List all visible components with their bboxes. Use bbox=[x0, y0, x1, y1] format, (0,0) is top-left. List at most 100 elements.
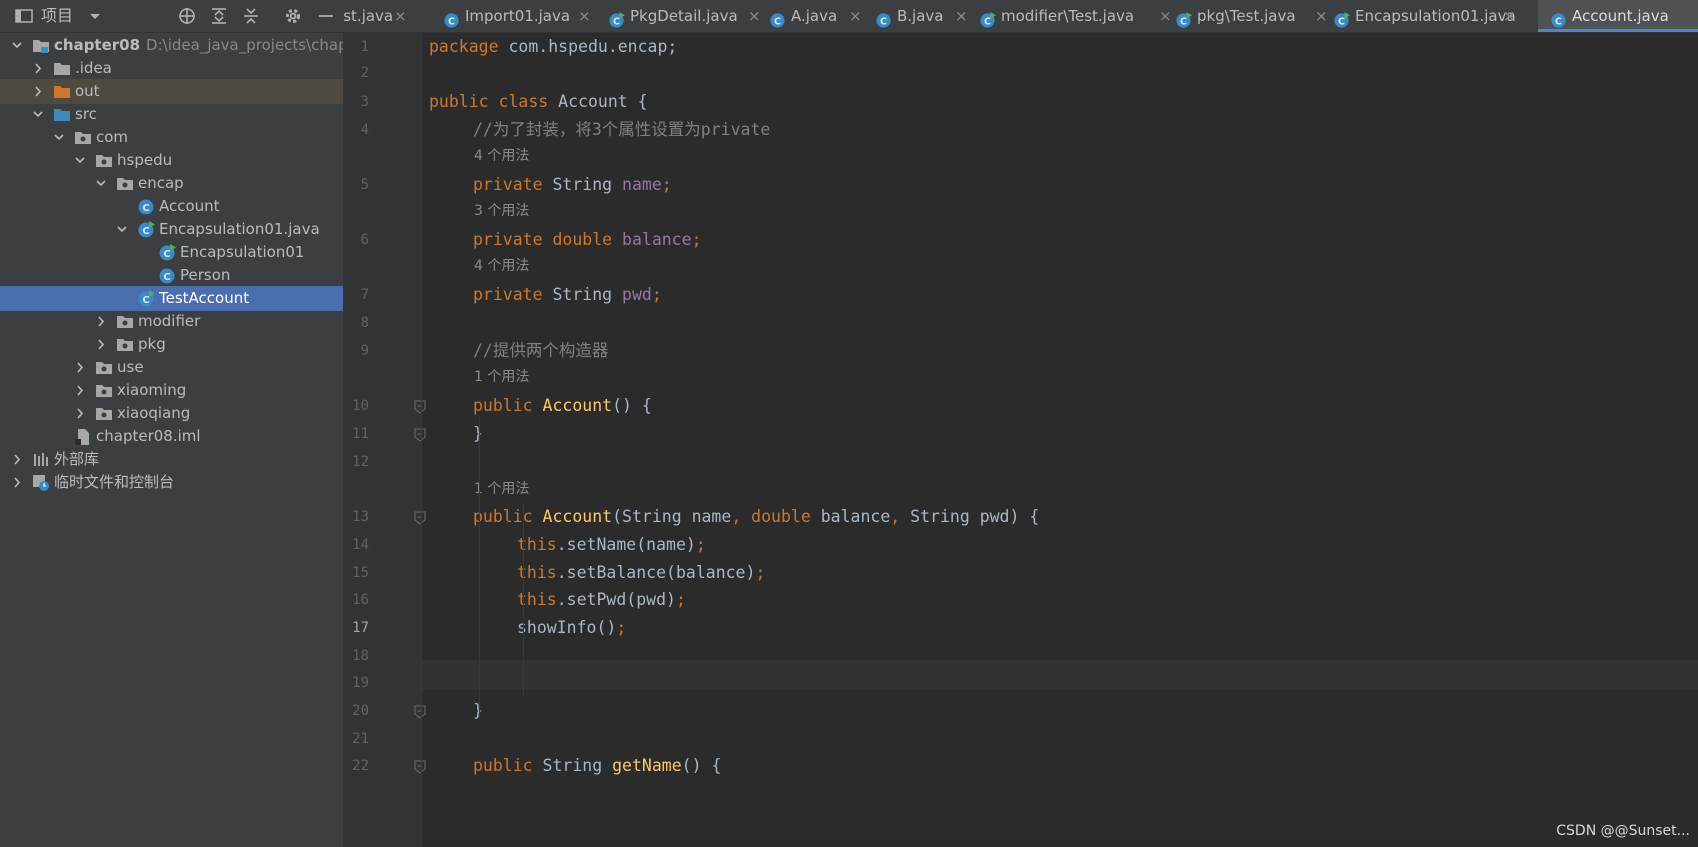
code-line-7[interactable]: private String pwd; bbox=[473, 280, 662, 310]
svg-text:C: C bbox=[448, 16, 455, 27]
code-line-3[interactable]: public class Account { bbox=[429, 87, 648, 117]
tree-item-chapter08-iml[interactable]: chapter08.iml bbox=[0, 424, 343, 449]
close-icon[interactable]: × bbox=[394, 0, 407, 32]
chevron-down-icon[interactable] bbox=[31, 102, 45, 127]
package-name: com.hspedu.encap; bbox=[498, 37, 678, 56]
tab-modifier-test-java[interactable]: Cmodifier\Test.java × bbox=[979, 0, 1181, 32]
close-icon[interactable]: × bbox=[849, 0, 862, 32]
tree-item-scratches[interactable]: 临时文件和控制台 bbox=[0, 470, 343, 495]
close-icon[interactable]: × bbox=[1159, 0, 1172, 32]
code-editor[interactable]: 1 2 3 4 5 6 7 8 9 10 11 12 13 14 15 16 17 18 19 20 21 22 pack… bbox=[343, 33, 1698, 847]
tree-item-chapter08[interactable]: chapter08 D:\idea_java_projects\chapte bbox=[0, 33, 363, 58]
close-icon[interactable]: × bbox=[1503, 0, 1516, 32]
code-line-20[interactable]: } bbox=[473, 696, 483, 726]
tree-item-label: hspedu bbox=[117, 148, 172, 173]
tree-item-modifier[interactable]: modifier bbox=[0, 309, 343, 334]
chevron-down-icon[interactable] bbox=[85, 6, 105, 26]
fold-marker-icon[interactable] bbox=[414, 399, 426, 414]
comma: , bbox=[890, 507, 901, 526]
tree-item-encapsulation01[interactable]: C Encapsulation01 bbox=[0, 240, 343, 265]
tree-item-encapsulation01-java[interactable]: C Encapsulation01.java bbox=[0, 217, 343, 242]
tree-item-use[interactable]: use bbox=[0, 355, 343, 380]
code-line-1[interactable]: package com.hspedu.encap; bbox=[429, 33, 677, 62]
usage-hint[interactable]: 4 个用法 bbox=[474, 251, 529, 281]
fold-marker-icon[interactable] bbox=[414, 427, 426, 442]
line-number: 3 bbox=[360, 94, 369, 110]
tree-item-encap[interactable]: encap bbox=[0, 171, 343, 196]
tree-item-src[interactable]: src bbox=[0, 102, 343, 127]
fold-marker-icon[interactable] bbox=[414, 704, 426, 719]
java-class-icon: C bbox=[1333, 8, 1350, 28]
code-line-16[interactable]: this.setPwd(pwd); bbox=[517, 585, 686, 615]
minimize-icon[interactable] bbox=[316, 6, 336, 26]
package-icon bbox=[116, 175, 134, 192]
project-view-title[interactable]: 项目 bbox=[41, 6, 73, 26]
tree-item-external-libraries[interactable]: 外部库 bbox=[0, 447, 343, 472]
usage-hint[interactable]: 3 个用法 bbox=[474, 196, 529, 226]
tab-test-java[interactable]: est.java× bbox=[343, 0, 424, 32]
code-line-22[interactable]: public String getName() { bbox=[473, 751, 721, 781]
chevron-right-icon[interactable] bbox=[94, 332, 108, 357]
usage-hint[interactable]: 1 个用法 bbox=[474, 362, 529, 392]
project-view-icon[interactable] bbox=[14, 6, 34, 26]
close-icon[interactable]: × bbox=[1315, 0, 1328, 32]
collapse-all-icon[interactable] bbox=[241, 6, 261, 26]
chevron-right-icon[interactable] bbox=[73, 401, 87, 426]
code-line-11[interactable]: } bbox=[473, 419, 483, 449]
tree-item-label: 外部库 bbox=[54, 447, 99, 472]
fold-marker-icon[interactable] bbox=[414, 510, 426, 525]
chevron-right-icon[interactable] bbox=[31, 56, 45, 81]
chevron-down-icon[interactable] bbox=[94, 171, 108, 196]
fold-marker-icon[interactable] bbox=[414, 759, 426, 774]
chevron-right-icon[interactable] bbox=[10, 470, 24, 495]
chevron-down-icon[interactable] bbox=[10, 33, 24, 58]
tab-label: A.java bbox=[791, 7, 838, 25]
tree-item-hspedu[interactable]: hspedu bbox=[0, 148, 343, 173]
chevron-right-icon[interactable] bbox=[94, 309, 108, 334]
tree-item-label: .idea bbox=[75, 56, 112, 81]
line-number: 16 bbox=[352, 592, 369, 608]
tree-item-account[interactable]: C Account bbox=[0, 194, 343, 219]
tree-item-testaccount[interactable]: C TestAccount bbox=[0, 286, 343, 311]
module-path: D:\idea_java_projects\chapte bbox=[146, 36, 363, 54]
package-icon bbox=[95, 382, 113, 399]
gear-icon[interactable] bbox=[283, 6, 303, 26]
code-line-17[interactable]: showInfo(); bbox=[517, 613, 626, 643]
usage-hint[interactable]: 1 个用法 bbox=[474, 474, 529, 504]
close-icon[interactable]: × bbox=[955, 0, 968, 32]
class-icon: C bbox=[137, 198, 155, 215]
tab-b-java[interactable]: C B.java × bbox=[875, 0, 973, 32]
tab-import01-java[interactable]: C Import01.java × bbox=[443, 0, 603, 32]
chevron-right-icon[interactable] bbox=[31, 79, 45, 104]
tab-a-java[interactable]: C A.java × bbox=[769, 0, 867, 32]
tree-item-text: out bbox=[75, 82, 100, 100]
close-icon[interactable]: × bbox=[748, 0, 761, 32]
chevron-down-icon[interactable] bbox=[73, 148, 87, 173]
usage-hint[interactable]: 4 个用法 bbox=[474, 141, 529, 171]
code-line-10[interactable]: public Account() { bbox=[473, 391, 652, 421]
code-line-13[interactable]: public Account(String name, double balan… bbox=[473, 502, 1039, 532]
chevron-right-icon[interactable] bbox=[73, 378, 87, 403]
tree-item-xiaoqiang[interactable]: xiaoqiang bbox=[0, 401, 343, 426]
tree-item-com[interactable]: com bbox=[0, 125, 343, 150]
tree-item-idea[interactable]: .idea bbox=[0, 56, 343, 81]
tab-pkgdetail-java[interactable]: C PkgDetail.java × bbox=[608, 0, 768, 32]
expand-all-icon[interactable] bbox=[209, 6, 229, 26]
tree-item-out[interactable]: out bbox=[0, 79, 343, 104]
code-line-14[interactable]: this.setName(name); bbox=[517, 530, 706, 560]
chevron-right-icon[interactable] bbox=[10, 447, 24, 472]
chevron-down-icon[interactable] bbox=[52, 125, 66, 150]
code-line-15[interactable]: this.setBalance(balance); bbox=[517, 558, 765, 588]
tab-account-java[interactable]: C Account.java bbox=[1538, 0, 1698, 32]
tab-label: modifier\Test.java bbox=[1001, 7, 1135, 25]
chevron-right-icon[interactable] bbox=[73, 355, 87, 380]
tree-item-person[interactable]: C Person bbox=[0, 263, 343, 288]
tree-item-xiaoming[interactable]: xiaoming bbox=[0, 378, 343, 403]
close-icon[interactable]: × bbox=[578, 0, 591, 32]
chevron-down-icon[interactable] bbox=[115, 217, 129, 242]
line-number: 6 bbox=[360, 232, 369, 248]
tab-encapsulation01-java[interactable]: C Encapsulation01.java × bbox=[1333, 0, 1523, 32]
tree-item-pkg[interactable]: pkg bbox=[0, 332, 343, 357]
tab-pkg-test-java[interactable]: Cpkg\Test.java × bbox=[1175, 0, 1333, 32]
locate-icon[interactable] bbox=[177, 6, 197, 26]
